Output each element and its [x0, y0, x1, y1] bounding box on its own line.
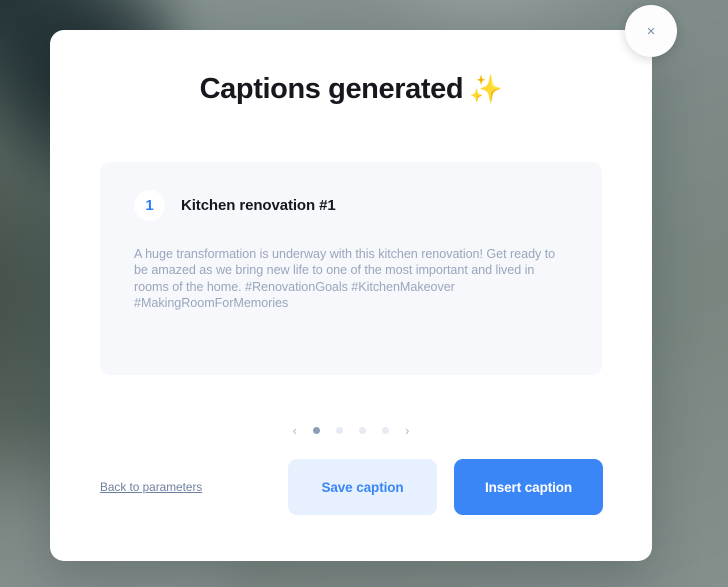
- pagination-dot-4[interactable]: [382, 427, 389, 434]
- caption-card[interactable]: 1 Kitchen renovation #1 A huge transform…: [100, 162, 602, 375]
- insert-caption-button[interactable]: Insert caption: [454, 459, 603, 515]
- modal-title-text: Captions generated: [199, 73, 464, 105]
- chevron-left-icon[interactable]: ‹: [287, 424, 303, 437]
- chevron-right-icon[interactable]: ›: [399, 424, 415, 437]
- back-to-parameters-link[interactable]: Back to parameters: [100, 480, 202, 494]
- caption-card-header: 1 Kitchen renovation #1: [134, 190, 568, 221]
- caption-body-text: A huge transformation is underway with t…: [134, 247, 556, 311]
- pagination-dots: [303, 427, 399, 434]
- caption-index-badge: 1: [134, 190, 165, 221]
- carousel-pagination: ‹ ›: [50, 424, 652, 437]
- close-icon[interactable]: ×: [625, 5, 677, 57]
- sparkles-icon: ✨: [469, 74, 503, 104]
- caption-title: Kitchen renovation #1: [181, 197, 336, 214]
- pagination-dot-1[interactable]: [313, 427, 320, 434]
- page-title: Captions generated ✨: [50, 30, 652, 106]
- save-caption-button[interactable]: Save caption: [288, 459, 437, 515]
- pagination-dot-3[interactable]: [359, 427, 366, 434]
- pagination-dot-2[interactable]: [336, 427, 343, 434]
- captions-generated-modal: Captions generated ✨ 1 Kitchen renovation…: [50, 30, 652, 561]
